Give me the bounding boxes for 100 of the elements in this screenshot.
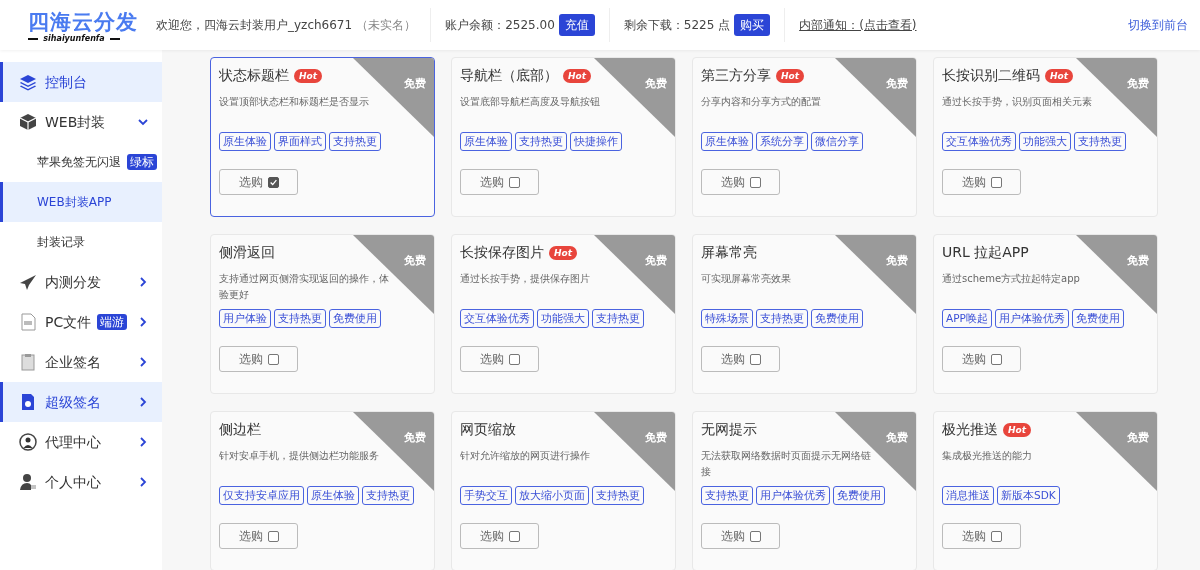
card-description: 设置顶部状态栏和标题栏是否显示 — [219, 95, 370, 109]
feature-card[interactable]: 免费 无网提示 无法获取网络数据时页面提示无网络链接 支持热更 用户体验优秀 免费使用 选购 — [692, 411, 917, 570]
card-title: 导航栏（底部） — [460, 66, 558, 85]
price-ribbon: 免费 — [1076, 412, 1157, 491]
checkbox[interactable] — [749, 353, 761, 365]
checkbox[interactable] — [267, 353, 279, 365]
feature-tag: 仅支持安卓应用 — [219, 486, 304, 505]
sidebar-item[interactable]: 超级签名 — [0, 382, 162, 422]
checkbox[interactable] — [508, 353, 520, 365]
notice-link[interactable]: 内部通知：(点击查看) — [799, 16, 917, 34]
checkbox[interactable] — [749, 176, 761, 188]
file-icon — [19, 313, 37, 331]
feature-card[interactable]: 免费 长按识别二维码 Hot 通过长按手势，识别页面相关元素 交互体验优秀 功能强大 支持热更 选购 — [933, 57, 1158, 217]
recharge-button[interactable]: 充值 — [558, 14, 595, 36]
sidebar-item[interactable]: 控制台 — [0, 62, 162, 102]
card-title: 屏幕常亮 — [701, 243, 757, 262]
certificate-icon — [19, 393, 37, 411]
select-button[interactable]: 选购 — [942, 169, 1021, 195]
card-title: 长按保存图片 — [460, 243, 544, 262]
logo: 四海云分发 — [28, 10, 139, 33]
select-button[interactable]: 选购 — [219, 523, 298, 549]
sidebar-label: 企业签名 — [45, 352, 101, 372]
sidebar-label: WEB封装APP — [37, 194, 112, 211]
feature-card[interactable]: 免费 网页缩放 针对允许缩放的网页进行操作 手势交互 放大缩小页面 支持热更 选购 — [451, 411, 676, 570]
feature-card[interactable]: 免费 状态标题栏 Hot 设置顶部状态栏和标题栏是否显示 原生体验 界面样式 支持热更 选购 — [210, 57, 435, 217]
checkbox[interactable] — [508, 530, 520, 542]
checkbox[interactable] — [508, 176, 520, 188]
sidebar-item[interactable]: 企业签名 — [0, 342, 162, 382]
sidebar-item[interactable]: 封装记录 — [0, 222, 162, 262]
sidebar-item[interactable]: WEB封装APP — [0, 182, 162, 222]
select-button[interactable]: 选购 — [701, 346, 780, 372]
feature-tag: 原生体验 — [460, 132, 512, 151]
card-title: URL 拉起APP — [942, 243, 1029, 262]
switch-link[interactable]: 切换到前台 — [1128, 16, 1188, 34]
feature-tag: 支持热更 — [756, 309, 808, 328]
checkbox[interactable] — [990, 353, 1002, 365]
select-button[interactable]: 选购 — [701, 169, 780, 195]
card-title: 第三方分享 — [701, 66, 771, 85]
downloads-text: 剩余下载：5225 点 — [623, 17, 731, 34]
sidebar-item[interactable]: 代理中心 — [0, 422, 162, 462]
card-title: 状态标题栏 — [219, 66, 289, 85]
select-button[interactable]: 选购 — [701, 523, 780, 549]
feature-card[interactable]: 免费 第三方分享 Hot 分享内容和分享方式的配置 原生体验 系统分享 微信分享 选购 — [692, 57, 917, 217]
welcome-text: 欢迎您，四海云封装用户_yzch6671 — [156, 17, 353, 34]
sidebar-label: WEB封装 — [45, 112, 106, 132]
select-button[interactable]: 选购 — [219, 169, 298, 195]
checkbox[interactable] — [990, 530, 1002, 542]
checkbox[interactable] — [749, 530, 761, 542]
select-button[interactable]: 选购 — [942, 346, 1021, 372]
sidebar-item[interactable]: WEB封装 — [0, 102, 162, 142]
select-button[interactable]: 选购 — [219, 346, 298, 372]
card-title: 网页缩放 — [460, 420, 516, 439]
feature-tag: 手势交互 — [460, 486, 512, 505]
card-description: 设置底部导航栏高度及导航按钮 — [460, 95, 601, 109]
card-description: 通过长按手势，识别页面相关元素 — [942, 95, 1093, 109]
feature-tag: 功能强大 — [537, 309, 589, 328]
clipboard-icon — [19, 353, 37, 371]
feature-card[interactable]: 免费 长按保存图片 Hot 通过长按手势，提供保存图片 交互体验优秀 功能强大 支持热更 选购 — [451, 234, 676, 394]
price-ribbon: 免费 — [594, 412, 675, 491]
verification-status: （未实名） — [356, 17, 417, 34]
feature-card[interactable]: 免费 屏幕常亮 可实现屏幕常亮效果 特殊场景 支持热更 免费使用 选购 — [692, 234, 917, 394]
select-button[interactable]: 选购 — [460, 169, 539, 195]
hot-badge: Hot — [563, 68, 592, 83]
hot-badge: Hot — [776, 68, 805, 83]
feature-tag: 支持热更 — [274, 309, 326, 328]
buy-button[interactable]: 购买 — [734, 14, 771, 36]
card-description: 可实现屏幕常亮效果 — [701, 272, 792, 286]
feature-card[interactable]: 免费 侧边栏 针对安卓手机，提供侧边栏功能服务 仅支持安卓应用 原生体验 支持热更 选购 — [210, 411, 435, 570]
checkbox[interactable] — [990, 176, 1002, 188]
sidebar-label: 个人中心 — [45, 472, 101, 492]
card-description: 支持通过网页侧滑实现返回的操作，体验更好 — [219, 272, 390, 302]
box-icon — [19, 113, 37, 131]
feature-tag: 原生体验 — [219, 132, 271, 151]
sidebar-item[interactable]: 苹果免签无闪退 绿标 — [0, 142, 162, 182]
card-title: 侧滑返回 — [219, 243, 275, 262]
card-description: 针对允许缩放的网页进行操作 — [460, 449, 591, 463]
feature-card[interactable]: 免费 极光推送 Hot 集成极光推送的能力 消息推送 新版本SDK 选购 — [933, 411, 1158, 570]
select-button[interactable]: 选购 — [460, 523, 539, 549]
sidebar-item[interactable]: PC文件 端游 — [0, 302, 162, 342]
checkbox[interactable] — [267, 176, 279, 188]
sidebar-label: PC文件 — [45, 312, 92, 332]
sidebar-item[interactable]: 个人中心 — [0, 462, 162, 502]
price-ribbon: 免费 — [835, 58, 916, 137]
feature-tag: 新版本SDK — [997, 486, 1060, 505]
feature-tag: 消息推送 — [942, 486, 994, 505]
card-title: 极光推送 — [942, 420, 998, 439]
tag-badge: 端游 — [97, 314, 128, 330]
hot-badge: Hot — [294, 68, 323, 83]
hot-badge: Hot — [1003, 422, 1032, 437]
sidebar-label: 控制台 — [45, 72, 87, 92]
select-button[interactable]: 选购 — [942, 523, 1021, 549]
price-ribbon: 免费 — [835, 235, 916, 314]
sidebar-label: 内测分发 — [45, 272, 101, 292]
feature-tag: 原生体验 — [701, 132, 753, 151]
select-button[interactable]: 选购 — [460, 346, 539, 372]
feature-card[interactable]: 免费 导航栏（底部） Hot 设置底部导航栏高度及导航按钮 原生体验 支持热更 快捷操作 选购 — [451, 57, 676, 217]
sidebar-item[interactable]: 内测分发 — [0, 262, 162, 302]
feature-card[interactable]: 免费 URL 拉起APP 通过scheme方式拉起特定app APP唤起 用户体验优秀 免费使用 选购 — [933, 234, 1158, 394]
checkbox[interactable] — [267, 530, 279, 542]
feature-card[interactable]: 免费 侧滑返回 支持通过网页侧滑实现返回的操作，体验更好 用户体验 支持热更 免费使用 选购 — [210, 234, 435, 394]
